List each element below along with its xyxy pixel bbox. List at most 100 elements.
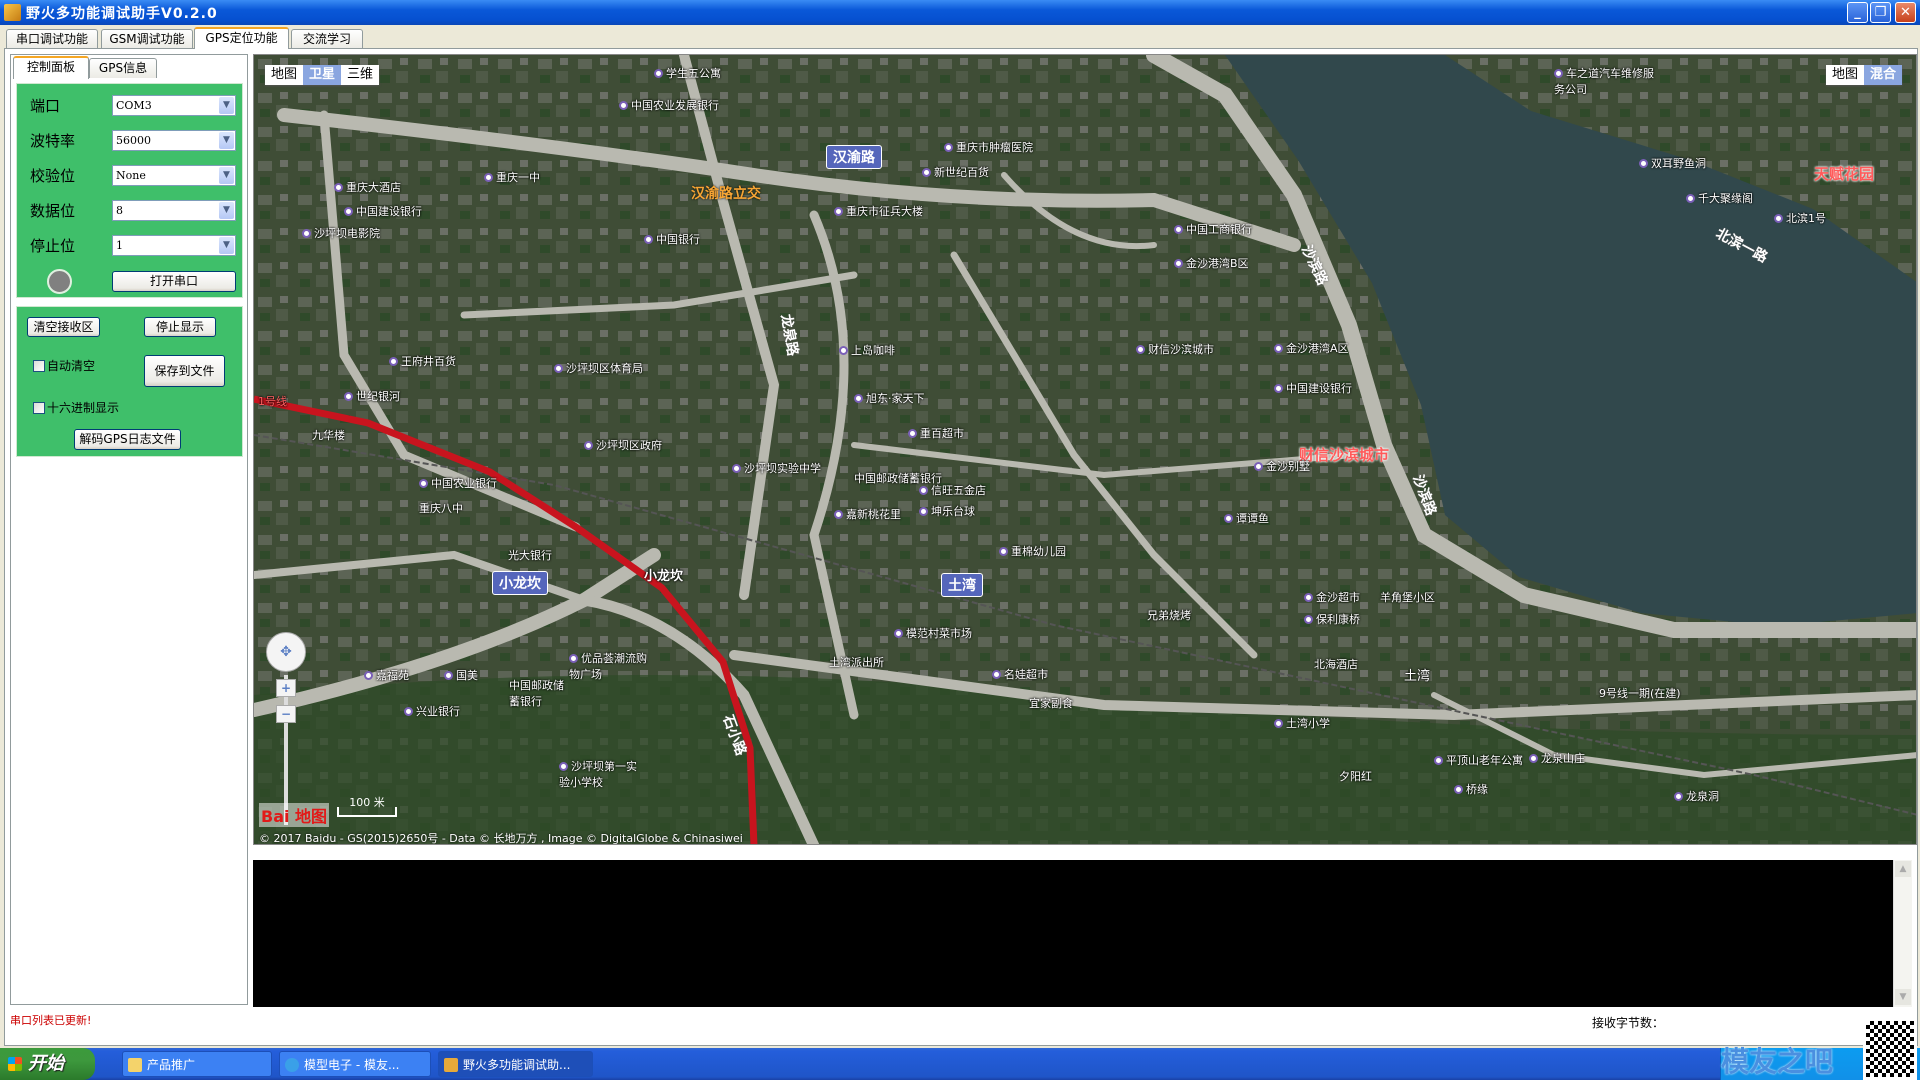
poi: 羊角堡小区 (1380, 591, 1435, 604)
poi: 兴业银行 (404, 703, 460, 719)
poi: 保利康桥 (1304, 611, 1360, 627)
auto-clear-checkbox[interactable]: 自动清空 (33, 357, 95, 374)
scroll-down-button[interactable]: ▼ (1895, 989, 1911, 1005)
chevron-down-icon[interactable]: ▼ (219, 202, 234, 219)
poi: 旭东·家天下 (854, 390, 925, 406)
taskbar-item-debug-assistant[interactable]: 野火多功能调试助... (438, 1051, 593, 1077)
poi: 车之道汽车维修服务公司 (1554, 67, 1654, 96)
road-label: 1号线 (258, 395, 287, 408)
poi: 重庆一中 (484, 169, 540, 185)
taskbar-item-browser[interactable]: 模型电子 - 模友... (279, 1051, 431, 1077)
window-title: 野火多功能调试助手V0.2.0 (26, 6, 218, 22)
poi: 光大银行 (508, 549, 552, 562)
map-type-switch-right: 地图 混合 (1826, 65, 1903, 85)
poi: 坤乐台球 (919, 503, 975, 519)
subtab-gps-info[interactable]: GPS信息 (89, 58, 157, 78)
subtab-control-panel[interactable]: 控制面板 (13, 56, 89, 79)
map-type-map-right[interactable]: 地图 (1826, 65, 1864, 85)
poi: 沙坪坝区体育局 (554, 360, 643, 376)
poi: 优品荟潮流购物广场 (569, 652, 647, 681)
scroll-up-button[interactable]: ▲ (1895, 861, 1911, 877)
poi: 财信沙滨城市 (1136, 341, 1214, 357)
map-type-map[interactable]: 地图 (265, 65, 303, 85)
baud-label: 波特率 (30, 132, 76, 150)
tab-exchange-learning[interactable]: 交流学习 (291, 29, 363, 48)
task-label: 产品推广 (147, 1058, 196, 1072)
poi: 九华楼 (312, 429, 345, 442)
poi: 名娃超市 (992, 666, 1048, 682)
parity-value: None (116, 169, 146, 182)
port-select[interactable]: COM3 ▼ (112, 95, 236, 116)
title-bar: 野火多功能调试助手V0.2.0 _ ❐ ✕ (0, 0, 1920, 25)
databits-select[interactable]: 8 ▼ (112, 200, 236, 221)
chevron-down-icon[interactable]: ▼ (219, 97, 234, 114)
folder-icon (128, 1058, 142, 1072)
receive-console[interactable] (253, 860, 1893, 1007)
poi: 桥缘 (1454, 781, 1488, 797)
port-value: COM3 (116, 99, 152, 112)
map-view[interactable]: 地图 卫星 三维 地图 混合 汉渝路 小龙坎 土湾 汉渝路立交 财信沙滨城市 天… (253, 54, 1917, 845)
tab-gps-location[interactable]: GPS定位功能 (194, 27, 289, 49)
start-label: 开始 (28, 1053, 64, 1074)
poi: 世纪银河 (344, 388, 400, 404)
parity-select[interactable]: None ▼ (112, 165, 236, 186)
zoom-out-button[interactable]: − (276, 705, 296, 723)
map-type-hybrid[interactable]: 混合 (1864, 65, 1903, 85)
poi: 中国银行 (644, 231, 700, 247)
watermark: 模友之吧 (1721, 1045, 1834, 1078)
tab-gsm-debug[interactable]: GSM调试功能 (101, 29, 193, 48)
close-button[interactable]: ✕ (1895, 2, 1916, 23)
baud-value: 56000 (116, 134, 151, 147)
task-label: 模型电子 - 模友... (304, 1058, 400, 1072)
district-label: 土湾 (941, 573, 983, 597)
serial-settings-group: 端口 COM3 ▼ 波特率 56000 ▼ 校验位 None ▼ 数据位 8 ▼ 停止位… (16, 83, 243, 298)
decode-gps-log-button[interactable]: 解码GPS日志文件 (74, 429, 181, 450)
map-type-switch-left: 地图 卫星 三维 (265, 65, 380, 85)
console-scrollbar[interactable]: ▲ ▼ (1893, 860, 1912, 1007)
poi: 夕阳红 (1339, 770, 1372, 783)
save-to-file-button[interactable]: 保存到文件 (144, 355, 225, 387)
poi: 中国邮政储蓄银行 (509, 679, 564, 708)
stopbits-select[interactable]: 1 ▼ (112, 235, 236, 256)
databits-value: 8 (116, 204, 123, 217)
pan-control[interactable]: ✥ (266, 632, 306, 672)
tab-serial-debug[interactable]: 串口调试功能 (6, 29, 98, 48)
poi: 信旺五金店 (919, 482, 986, 498)
checkbox-box[interactable] (33, 402, 45, 414)
zoom-in-button[interactable]: + (276, 679, 296, 697)
chevron-down-icon[interactable]: ▼ (219, 132, 234, 149)
poi: 北滨1号 (1774, 210, 1826, 226)
chevron-down-icon[interactable]: ▼ (219, 167, 234, 184)
poi: 学生五公寓 (654, 65, 721, 81)
checkbox-box[interactable] (33, 360, 45, 372)
poi: 千大聚缘阁 (1686, 190, 1753, 206)
poi: 金沙港湾A区 (1274, 340, 1349, 356)
minimize-button[interactable]: _ (1847, 2, 1868, 23)
district-label: 小龙坎 (492, 571, 548, 595)
taskbar-item-product-promo[interactable]: 产品推广 (122, 1051, 272, 1077)
start-button[interactable]: 开始 (0, 1048, 95, 1080)
poi: 重百超市 (908, 425, 964, 441)
port-label: 端口 (30, 97, 61, 115)
poi: 沙坪坝电影院 (302, 225, 380, 241)
status-message: 串口列表已更新! (10, 1014, 92, 1027)
stop-display-button[interactable]: 停止显示 (144, 317, 216, 337)
qr-code (1863, 1018, 1917, 1080)
browser-icon (285, 1058, 299, 1072)
poi: 金沙别墅 (1254, 458, 1310, 474)
district-label: 汉渝路 (826, 145, 882, 169)
baud-select[interactable]: 56000 ▼ (112, 130, 236, 151)
poi: 龙泉洞 (1674, 788, 1719, 804)
poi: 国美 (444, 667, 478, 683)
poi: 沙坪坝实验中学 (732, 460, 821, 476)
clear-receive-button[interactable]: 清空接收区 (27, 317, 100, 337)
poi: 北海酒店 (1314, 658, 1358, 671)
map-type-satellite[interactable]: 卫星 (303, 65, 342, 85)
maximize-button[interactable]: ❐ (1870, 2, 1891, 23)
scale-bar: 100 米 (337, 797, 397, 817)
map-type-3d[interactable]: 三维 (341, 65, 379, 85)
poi: 上岛咖啡 (839, 342, 895, 358)
hex-display-checkbox[interactable]: 十六进制显示 (33, 399, 119, 416)
chevron-down-icon[interactable]: ▼ (219, 237, 234, 254)
open-port-button[interactable]: 打开串口 (112, 271, 236, 292)
